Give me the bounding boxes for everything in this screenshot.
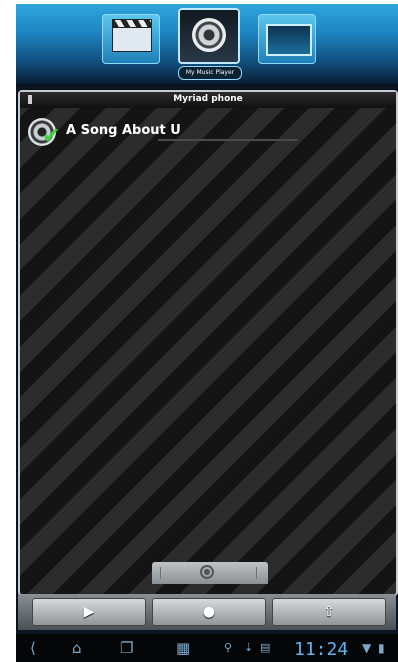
- panel-title: Myriad phone: [173, 94, 243, 104]
- panel-header: Myriad phone: [20, 92, 396, 108]
- battery-icon: ▮: [378, 641, 385, 655]
- stop-button[interactable]: ●: [152, 598, 266, 626]
- keyboard-icon[interactable]: ▦: [176, 638, 190, 658]
- notification-icon: ▤: [260, 641, 271, 654]
- video-app-tile[interactable]: [102, 14, 160, 64]
- app-switcher-bar: My Music Player: [16, 4, 398, 84]
- usb-icon: ⚲: [224, 641, 233, 654]
- speaker-icon: [192, 18, 226, 52]
- drawer-handle[interactable]: ●: [152, 562, 268, 584]
- share-button[interactable]: ⇧: [272, 598, 386, 626]
- music-player-panel: Myriad phone ✔ A Song About U ●: [18, 90, 398, 596]
- tv-icon: [266, 24, 312, 56]
- song-list-item[interactable]: ✔ A Song About U: [28, 118, 388, 150]
- clock: 11:24: [294, 639, 349, 660]
- back-icon[interactable]: ⟨: [30, 638, 36, 658]
- record-icon: ●: [200, 565, 214, 579]
- home-icon[interactable]: ⌂: [72, 638, 82, 658]
- playback-controls: ▶ ● ⇧: [18, 594, 396, 630]
- play-button[interactable]: ▶: [32, 598, 146, 626]
- check-icon: ✔: [42, 124, 61, 149]
- wifi-icon: ▼: [362, 641, 372, 655]
- tv-app-tile[interactable]: [258, 14, 316, 64]
- song-progress-line: [158, 139, 298, 141]
- system-navigation-bar: ⟨ ⌂ ❐ ▦ ⚲ ⇣ ▤ 11:24 ▼ ▮: [16, 634, 398, 662]
- video-clapper-icon: [112, 19, 152, 52]
- download-icon: ⇣: [244, 641, 254, 654]
- grip-right-icon: [256, 567, 259, 579]
- grip-left-icon: [160, 567, 163, 579]
- selected-app-caption: My Music Player: [178, 66, 242, 80]
- device-screen: My Music Player Myriad phone ✔ A Song Ab…: [16, 4, 398, 662]
- music-app-tile[interactable]: [178, 8, 240, 64]
- song-title: A Song About U: [66, 123, 181, 138]
- recent-apps-icon[interactable]: ❐: [120, 638, 133, 658]
